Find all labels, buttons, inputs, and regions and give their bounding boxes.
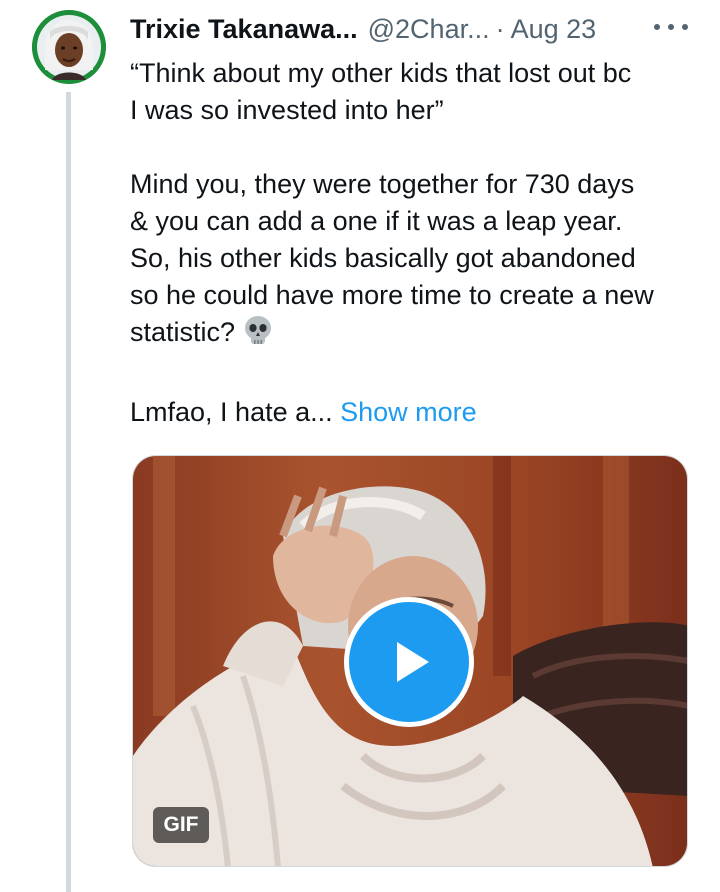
tweet-date[interactable]: Aug 23 bbox=[511, 14, 597, 45]
tweet-line: So, his other kids basically got abandon… bbox=[130, 243, 636, 273]
header-separator: · bbox=[495, 13, 505, 44]
play-button[interactable] bbox=[344, 597, 474, 727]
tweet-text: “Think about my other kids that lost out… bbox=[130, 55, 700, 431]
tweet-line: Lmfao, I hate a... Show more bbox=[130, 394, 700, 431]
tweet-line: & you can add a one if it was a leap yea… bbox=[130, 206, 623, 236]
play-icon bbox=[397, 642, 429, 682]
gif-badge: GIF bbox=[153, 807, 209, 843]
gif-media[interactable]: GIF bbox=[132, 455, 688, 867]
truncated-text: Lmfao, I hate a... bbox=[130, 397, 341, 427]
tweet-line: Mind you, they were together for 730 day… bbox=[130, 169, 635, 199]
more-dot bbox=[668, 24, 674, 30]
tweet-line: statistic? bbox=[130, 314, 700, 357]
tweet-line: I was so invested into her” bbox=[130, 95, 444, 125]
avatar[interactable] bbox=[32, 10, 106, 84]
author-handle[interactable]: @2Char... bbox=[368, 14, 490, 45]
tweet-header: Trixie Takanawa... @2Char... · Aug 23 bbox=[130, 10, 690, 48]
more-dot bbox=[654, 24, 660, 30]
show-more-link[interactable]: Show more bbox=[340, 397, 477, 427]
avatar-image bbox=[32, 10, 106, 84]
thread-line bbox=[66, 92, 71, 892]
skull-emoji-icon bbox=[243, 315, 273, 357]
tweet-line: “Think about my other kids that lost out… bbox=[130, 58, 632, 88]
tweet-line: so he could have more time to create a n… bbox=[130, 280, 654, 310]
tweet[interactable]: Trixie Takanawa... @2Char... · Aug 23 “T… bbox=[0, 0, 720, 892]
more-dot bbox=[682, 24, 688, 30]
tweet-line-text: statistic? bbox=[130, 317, 236, 347]
more-horizontal-icon[interactable] bbox=[654, 14, 688, 40]
author-display-name[interactable]: Trixie Takanawa... bbox=[130, 14, 358, 45]
